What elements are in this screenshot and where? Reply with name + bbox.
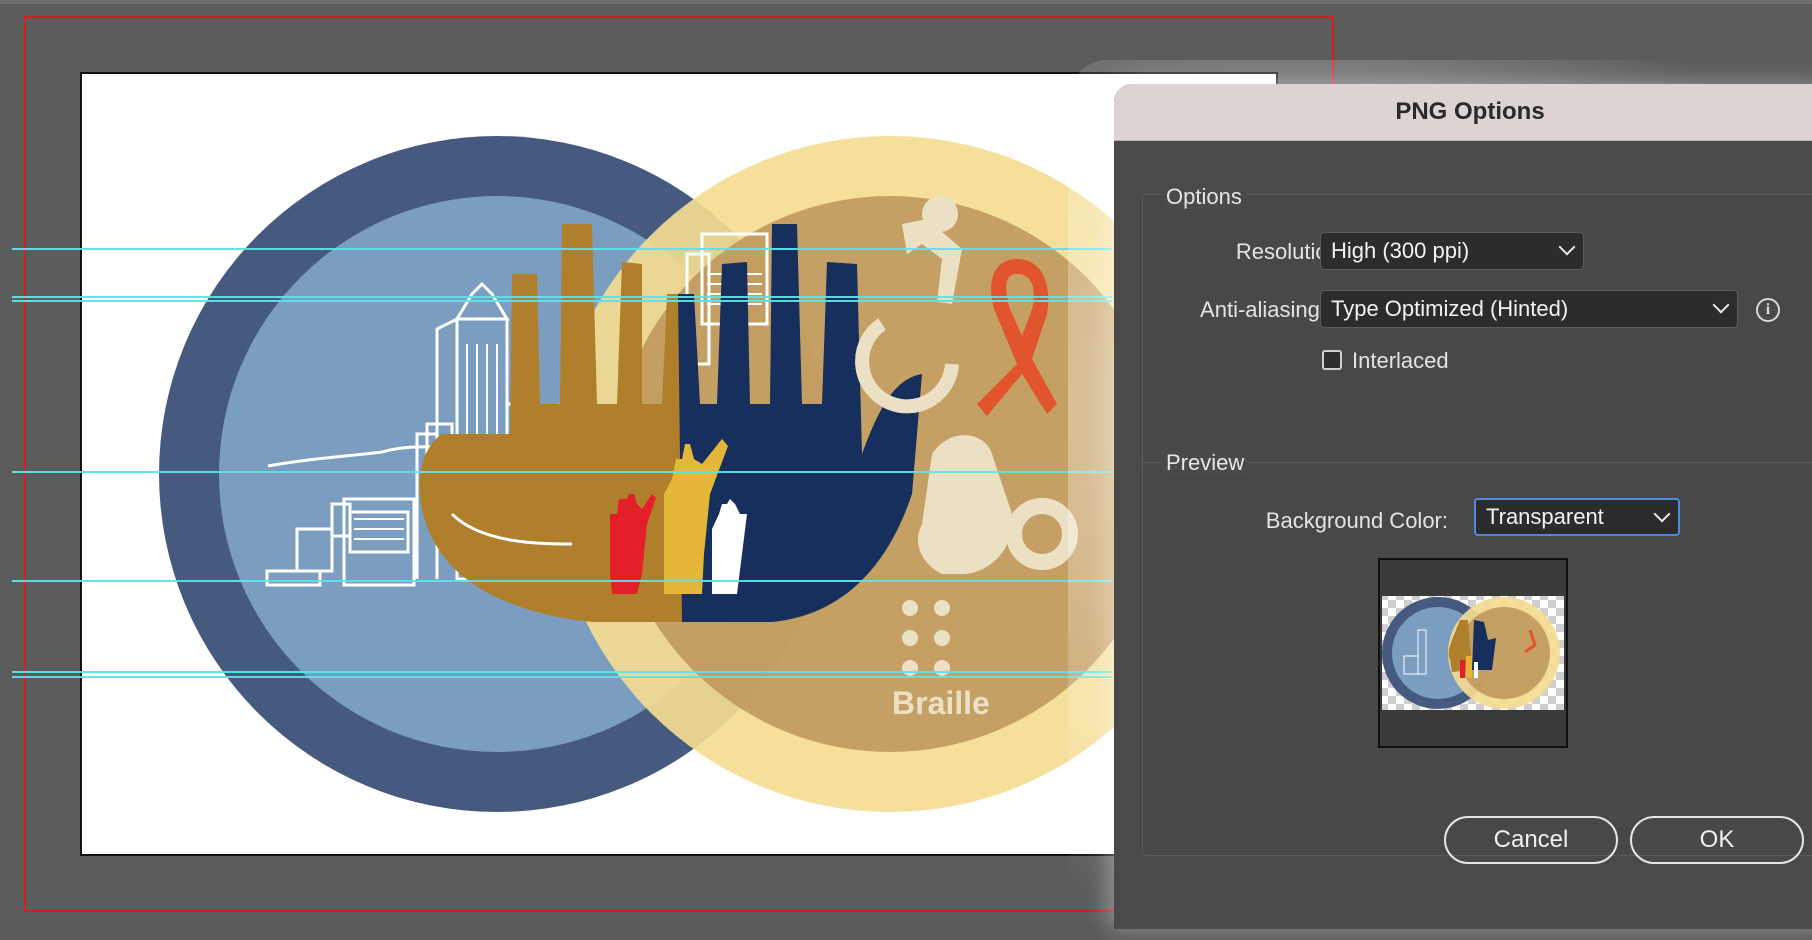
info-icon[interactable]: i bbox=[1756, 298, 1780, 322]
ok-button[interactable]: OK bbox=[1630, 816, 1804, 864]
cancel-button[interactable]: Cancel bbox=[1444, 816, 1618, 864]
background-color-label: Background Color: bbox=[1265, 508, 1448, 533]
chevron-down-icon bbox=[1558, 238, 1576, 256]
chevron-down-icon bbox=[1653, 505, 1671, 523]
resolution-select[interactable]: High (300 ppi) bbox=[1320, 232, 1584, 270]
ruler-guide[interactable] bbox=[12, 300, 1112, 302]
ruler-guide[interactable] bbox=[12, 471, 1112, 473]
preview-thumbnail bbox=[1378, 558, 1568, 748]
antialiasing-label: Anti-aliasing: bbox=[1200, 297, 1326, 322]
png-options-dialog[interactable]: PNG Options Options Resolution: High (30… bbox=[1114, 84, 1812, 929]
resolution-label: Resolution: bbox=[1235, 239, 1346, 264]
artboard[interactable]: Braille bbox=[80, 72, 1278, 856]
interlaced-checkbox[interactable] bbox=[1322, 350, 1342, 370]
braille-label: Braille bbox=[892, 685, 990, 721]
resolution-value: High (300 ppi) bbox=[1331, 238, 1470, 263]
antialiasing-value: Type Optimized (Hinted) bbox=[1331, 296, 1569, 321]
antialiasing-select[interactable]: Type Optimized (Hinted) bbox=[1320, 290, 1738, 328]
ruler-guide[interactable] bbox=[12, 580, 1112, 582]
pasteboard-edge bbox=[0, 0, 1812, 4]
ruler-guide[interactable] bbox=[12, 676, 1112, 678]
interlaced-label[interactable]: Interlaced bbox=[1352, 348, 1449, 374]
dialog-titlebar[interactable]: PNG Options bbox=[1114, 84, 1812, 141]
dialog-title: PNG Options bbox=[1395, 98, 1545, 125]
options-group-label: Options bbox=[1162, 184, 1246, 210]
chevron-down-icon bbox=[1712, 296, 1730, 314]
ruler-guide[interactable] bbox=[12, 671, 1112, 673]
preview-artwork bbox=[1382, 596, 1564, 710]
ruler-guide[interactable] bbox=[12, 296, 1112, 298]
background-color-select[interactable]: Transparent bbox=[1474, 498, 1680, 536]
artwork-illustration[interactable]: Braille bbox=[82, 74, 1278, 856]
ruler-guide[interactable] bbox=[12, 248, 1112, 250]
preview-group-label: Preview bbox=[1162, 450, 1249, 476]
background-color-value: Transparent bbox=[1486, 504, 1604, 529]
